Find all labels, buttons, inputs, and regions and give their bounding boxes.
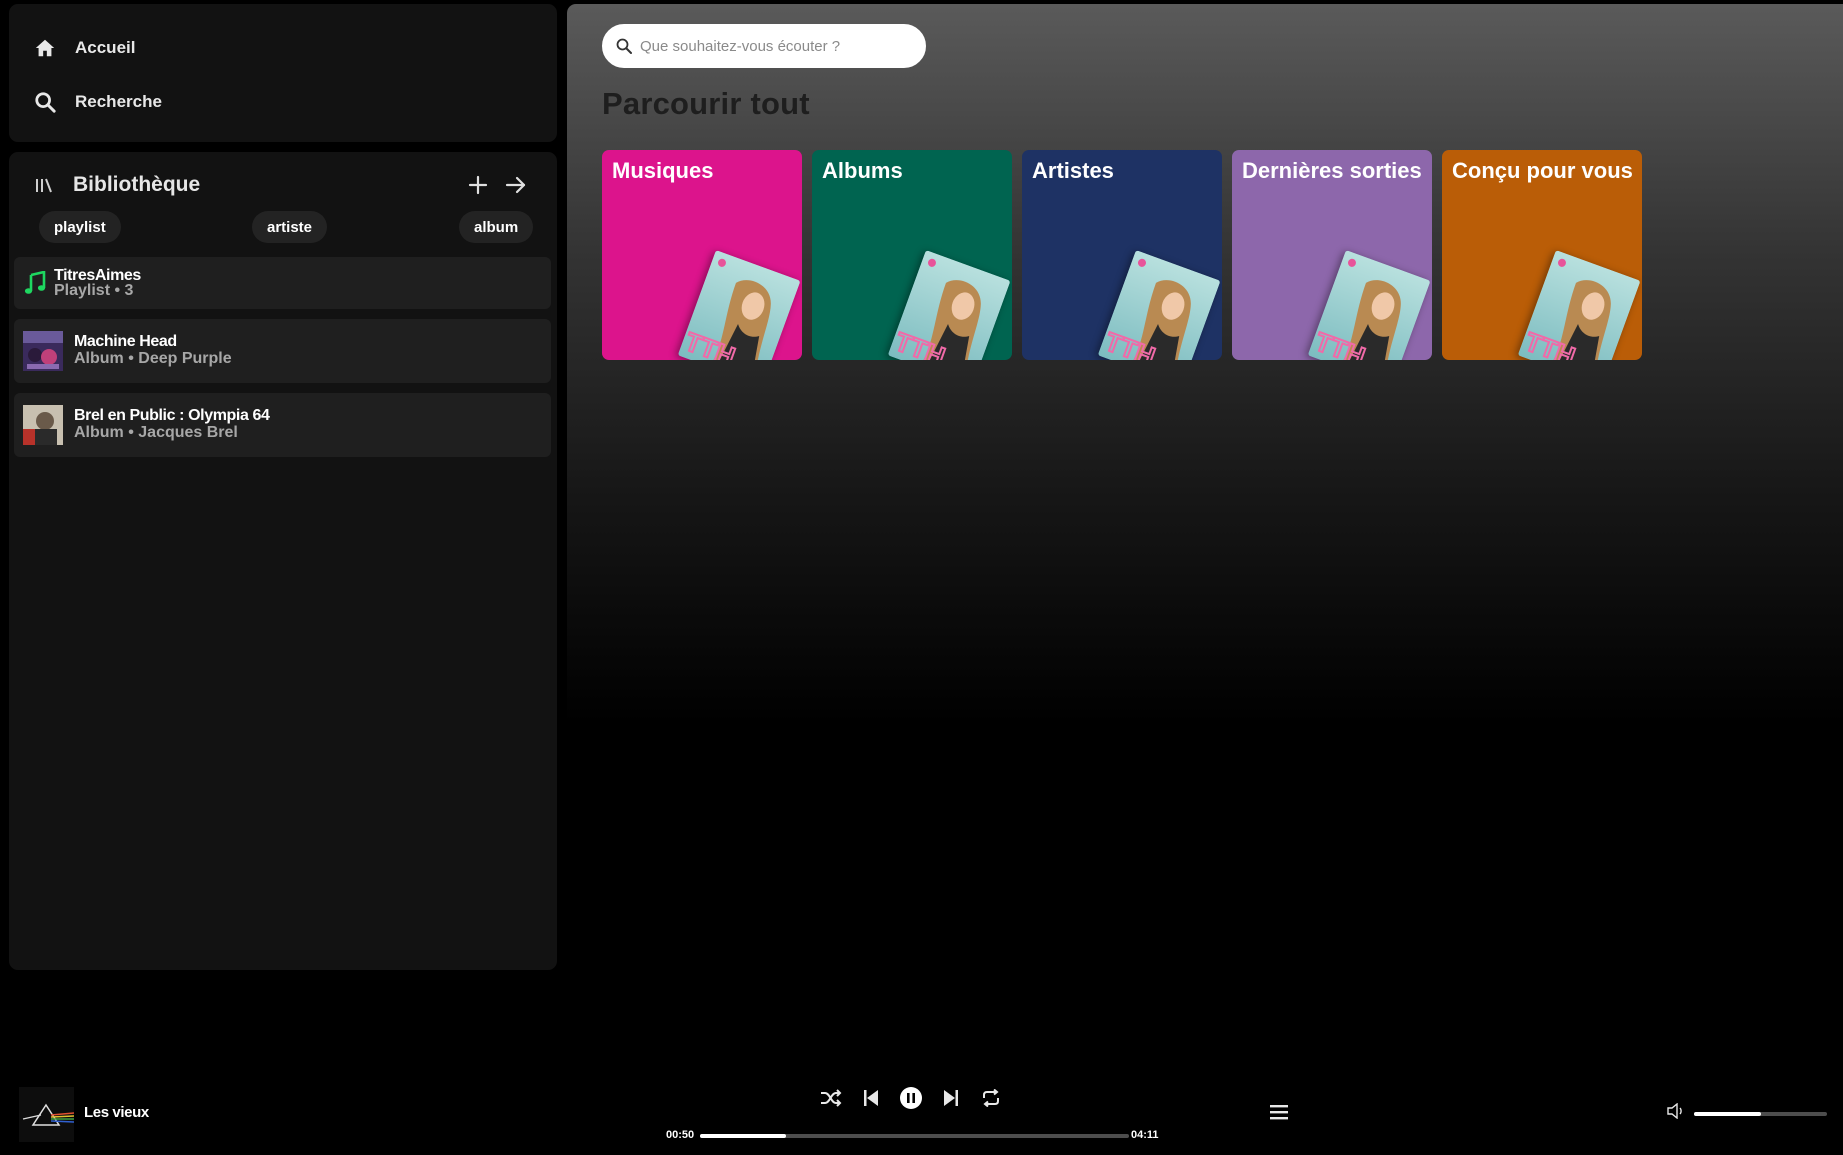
add-playlist-button[interactable]: [459, 166, 497, 204]
library-item-titresaimes[interactable]: TitresAimes Playlist • 3: [14, 257, 551, 309]
volume-slider[interactable]: [1694, 1112, 1827, 1116]
library-item-subtitle: Playlist • 3: [54, 282, 134, 299]
previous-button[interactable]: [856, 1083, 886, 1113]
library-item-subtitle: Album • Jacques Brel: [74, 424, 238, 441]
category-cover-image: TTH: [1517, 250, 1641, 360]
library-header: Bibliothèque: [33, 166, 535, 204]
category-cover-image: TTH: [887, 250, 1011, 360]
search-box[interactable]: [602, 24, 926, 68]
now-playing-title[interactable]: Les vieux: [84, 1104, 149, 1121]
category-cover-image: TTH: [1307, 250, 1431, 360]
category-card-label: Dernières sorties: [1242, 158, 1422, 183]
app-root: Accueil Recherche Bibliothèque playlist …: [0, 0, 1843, 1155]
library-panel: Bibliothèque playlist artiste album Titr…: [9, 152, 557, 970]
album-cover-machine-head: [23, 331, 63, 371]
category-cards: Musiques TTH Albums TTH Artistes TTH Dernières…: [602, 150, 1642, 360]
shuffle-icon: [820, 1088, 842, 1108]
category-card-label: Musiques: [612, 158, 714, 183]
progress-bar[interactable]: [700, 1134, 1129, 1138]
nav-home[interactable]: Accueil: [33, 36, 135, 60]
category-card-label: Albums: [822, 158, 903, 183]
library-item-brel-olympia[interactable]: Brel en Public : Olympia 64 Album • Jacq…: [14, 393, 551, 457]
library-icon[interactable]: [33, 174, 55, 196]
category-card-musiques[interactable]: Musiques TTH: [602, 150, 802, 360]
previous-icon: [863, 1089, 879, 1107]
category-cover-image: TTH: [1097, 250, 1221, 360]
volume-fill: [1694, 1112, 1761, 1116]
volume-icon: [1667, 1103, 1685, 1119]
player-bar: Les vieux 00:50 04:11: [0, 1075, 1843, 1155]
shuffle-button[interactable]: [816, 1083, 846, 1113]
nav-search-label: Recherche: [75, 92, 162, 111]
repeat-button[interactable]: [976, 1083, 1006, 1113]
nav-home-label: Accueil: [75, 38, 136, 57]
search-icon: [33, 90, 57, 114]
browse-title: Parcourir tout: [602, 86, 810, 121]
category-card-artistes[interactable]: Artistes TTH: [1022, 150, 1222, 360]
current-time: 00:50: [666, 1129, 695, 1141]
nav-search[interactable]: Recherche: [33, 90, 162, 114]
filter-chip-album[interactable]: album: [459, 211, 534, 243]
music-note-icon: [24, 270, 46, 300]
next-icon: [943, 1089, 959, 1107]
category-card-derni-res-sorties[interactable]: Dernières sorties TTH: [1232, 150, 1432, 360]
volume-button[interactable]: [1666, 1101, 1686, 1121]
home-icon: [33, 36, 57, 60]
library-title: Bibliothèque: [73, 173, 201, 196]
progress-fill: [700, 1134, 786, 1138]
filter-chip-playlist[interactable]: playlist: [39, 211, 121, 243]
album-cover-brel: [23, 405, 63, 445]
library-item-subtitle: Album • Deep Purple: [74, 350, 232, 367]
category-card-albums[interactable]: Albums TTH: [812, 150, 1012, 360]
library-item-machine-head[interactable]: Machine Head Album • Deep Purple: [14, 319, 551, 383]
category-card-label: Artistes: [1032, 158, 1114, 183]
pause-icon: [899, 1086, 923, 1110]
search-input[interactable]: [640, 37, 900, 55]
expand-library-button[interactable]: [497, 166, 535, 204]
queue-icon: [1269, 1103, 1289, 1121]
library-item-title: Machine Head: [74, 333, 177, 350]
filter-chip-artiste[interactable]: artiste: [252, 211, 328, 243]
total-time: 04:11: [1131, 1129, 1159, 1141]
next-button[interactable]: [936, 1083, 966, 1113]
pause-button[interactable]: [896, 1083, 926, 1113]
category-card-con-u-pour-vous[interactable]: Conçu pour vous TTH: [1442, 150, 1642, 360]
nav-panel: Accueil Recherche: [9, 4, 557, 142]
repeat-icon: [981, 1089, 1001, 1107]
search-icon: [616, 38, 632, 54]
library-item-title: Brel en Public : Olympia 64: [74, 407, 270, 424]
category-cover-image: TTH: [677, 250, 801, 360]
main-content: Parcourir tout MusiquesTTHAlbumsTTHArtis…: [567, 4, 1843, 904]
now-playing-cover[interactable]: [19, 1087, 74, 1142]
queue-button[interactable]: [1266, 1099, 1292, 1125]
category-card-label: Conçu pour vous: [1452, 158, 1633, 183]
